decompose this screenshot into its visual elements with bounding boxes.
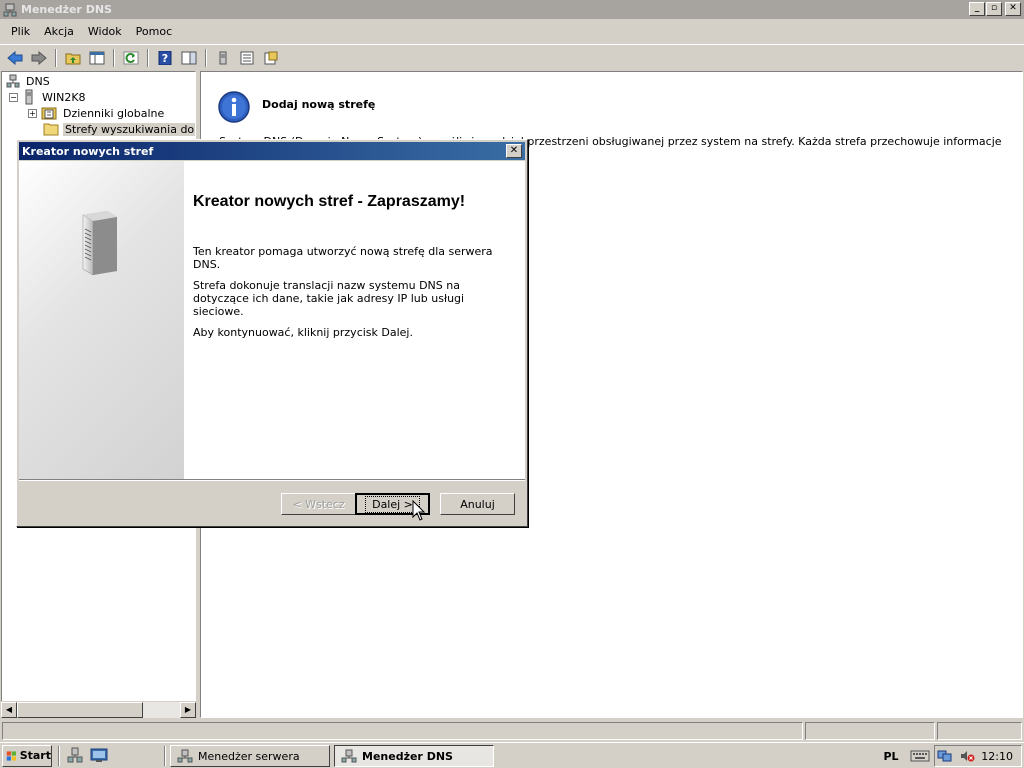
menu-widok[interactable]: Widok [81,23,129,40]
windows-logo-icon [6,750,16,761]
clock[interactable]: 12:10 [981,750,1013,763]
taskbar-dns-manager[interactable]: Menedżer DNS [334,745,494,767]
wizard-zone-text: Strefa dokonuje translacji nazw systemu … [193,279,465,318]
server-manager-icon [177,749,193,763]
dns-manager-icon [341,749,357,763]
dialog-title: Kreator nowych stref [22,144,154,158]
scroll-thumb[interactable] [17,702,143,718]
event-log-icon [41,107,57,120]
server-icon [25,89,33,105]
main-window-titlebar[interactable]: Menedżer DNS _ ▫ ✕ [0,0,1024,19]
status-panel [937,722,1022,740]
quick-launch [66,747,108,763]
list-icon [240,51,254,64]
server-icon [219,51,227,64]
wizard-intro-text: Ten kreator pomaga utworzyć nową strefę … [193,245,493,271]
taskbar-separator [164,746,166,766]
dns-icon [6,74,20,88]
properties-button[interactable] [260,47,282,69]
help-button[interactable]: ? [154,47,176,69]
mouse-cursor-icon [412,500,426,521]
expand-icon[interactable]: + [28,108,37,118]
folder-up-icon [65,53,81,64]
taskbar-separator [58,746,60,766]
dialog-body: Kreator nowych stref - Zapraszamy! Ten k… [19,161,525,479]
task-label: Menedżer DNS [362,749,453,763]
back-button[interactable]: < Wstecz [281,493,356,515]
forward-button[interactable] [28,47,50,69]
menu-akcja[interactable]: Akcja [37,23,81,40]
wizard-side-panel [19,161,184,479]
menu-plik[interactable]: Plik [4,23,37,40]
toolbar-separator [113,48,115,67]
scroll-left-icon[interactable]: ◀ [1,702,17,718]
cancel-button[interactable]: Anuluj [440,493,515,515]
status-bar [0,721,1024,741]
back-arrow-icon [7,50,23,65]
task-label: Menedżer serwera [198,749,300,763]
folder-icon [43,123,59,136]
wizard-continue-text: Aby kontynuować, kliknij przycisk Dalej. [193,326,413,339]
start-button[interactable]: Start [2,744,52,767]
minimize-button[interactable]: _ [969,2,985,16]
help-icon: ? [158,50,172,65]
up-folder-button[interactable] [62,47,84,69]
server-button[interactable] [212,47,234,69]
scroll-right-icon[interactable]: ▶ [180,702,196,718]
toolbar-separator [205,48,207,67]
wizard-heading: Kreator nowych stref - Zapraszamy! [193,193,466,210]
collapse-icon[interactable]: − [9,92,18,102]
maximize-button[interactable]: ▫ [986,2,1002,16]
status-panel [2,722,803,740]
menu-pomoc[interactable]: Pomoc [129,23,179,40]
dialog-separator [19,479,525,481]
show-hide-tree-button[interactable] [86,47,108,69]
tree-horizontal-scrollbar[interactable]: ◀ ▶ [1,701,196,718]
tree-item-global-logs[interactable]: + Dzienniki globalne [28,105,166,121]
tree-item-win2k8[interactable]: − WIN2K8 [9,89,88,105]
new-zone-wizard-dialog: Kreator nowych stref ✕ Kreator nowych st… [16,139,528,527]
toolbar: ? [0,44,1024,70]
console-tree-icon [89,51,105,64]
refresh-icon [123,51,139,64]
taskbar: Start Menedżer serwera Menedżer DNS PL 1… [0,742,1024,768]
menu-bar: Plik Akcja Widok Pomoc [0,20,1024,42]
server-tower-icon [82,211,117,276]
server-manager-quicklaunch-icon[interactable] [66,747,84,763]
dns-manager-icon [3,3,17,16]
language-indicator[interactable]: PL [876,745,906,767]
close-button[interactable]: ✕ [1005,2,1021,16]
info-icon [218,91,250,123]
tree-item-forward-lookup-zones[interactable]: Strefy wyszukiwania do przo [43,121,195,137]
show-action-pane-button[interactable] [178,47,200,69]
window-title: Menedżer DNS [21,3,112,16]
taskbar-server-manager[interactable]: Menedżer serwera [170,745,330,767]
tree-item-label: Dzienniki globalne [63,106,165,120]
back-button[interactable] [4,47,26,69]
network-icon[interactable] [937,749,953,763]
svg-text:?: ? [162,52,168,65]
volume-muted-icon[interactable] [959,749,975,763]
keyboard-icon[interactable] [910,749,930,763]
tree-item-label: Strefy wyszukiwania do przo [63,122,195,136]
forward-arrow-icon [31,50,47,65]
toolbar-separator [55,48,57,67]
tree-item-dns[interactable]: DNS [6,73,52,89]
toolbar-separator [147,48,149,67]
properties-icon [264,51,278,64]
dialog-titlebar[interactable]: Kreator nowych stref ✕ [19,142,525,160]
dialog-close-button[interactable]: ✕ [506,144,522,158]
start-label: Start [19,749,51,762]
refresh-button[interactable] [120,47,142,69]
action-pane-icon [181,51,197,64]
status-panel [805,722,935,740]
content-title: Dodaj nową strefę [262,98,376,111]
list-button[interactable] [236,47,258,69]
tree-item-label: DNS [26,74,50,88]
tree-item-label: WIN2K8 [42,90,86,104]
show-desktop-icon[interactable] [90,747,108,763]
system-tray: 12:10 [934,745,1022,767]
